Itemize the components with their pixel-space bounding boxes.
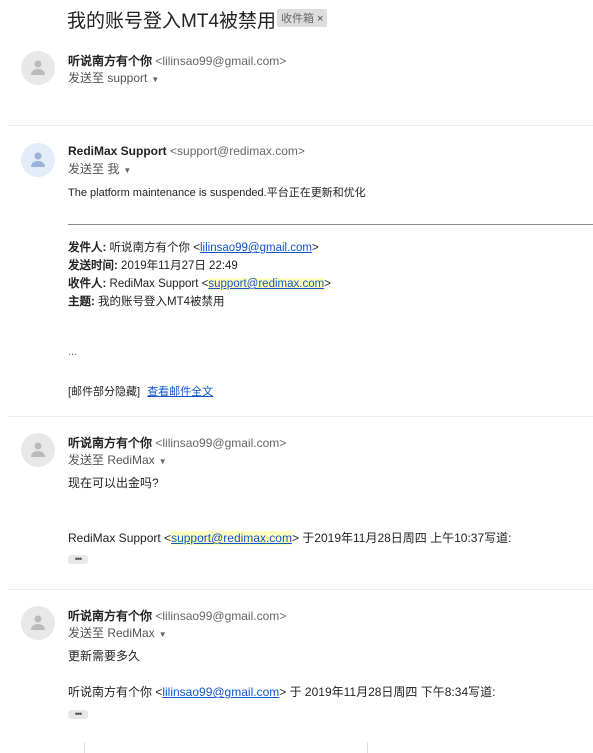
- inbox-label-chip[interactable]: 收件箱 ×: [277, 9, 328, 27]
- message-divider: [8, 589, 593, 590]
- avatar: [21, 51, 55, 85]
- chevron-down-icon[interactable]: ▼: [123, 166, 131, 175]
- message-body: 现在可以出金吗?: [68, 476, 159, 490]
- reply-suffix: > 于 2019年11月28日周四 下午8:34写道:: [279, 685, 496, 699]
- quote-subject-label: 主题:: [68, 296, 95, 308]
- chevron-down-icon[interactable]: ▼: [159, 457, 167, 466]
- reply-email-link[interactable]: support@redimax.com: [171, 531, 292, 545]
- message-sender[interactable]: 听说南方有个你 <lilinsao99@gmail.com>: [68, 607, 286, 624]
- label-chip-text: 收件箱: [281, 13, 314, 25]
- quote-to-end: >: [324, 278, 331, 290]
- quote-from: 发件人: 听说南方有个你 <lilinsao99@gmail.com>: [68, 239, 319, 255]
- sender-email: <lilinsao99@gmail.com>: [155, 54, 287, 68]
- person-icon: [31, 442, 45, 457]
- chevron-down-icon[interactable]: ▼: [159, 630, 167, 639]
- quote-subject-value: 我的账号登入MT4被禁用: [98, 296, 225, 308]
- quote-from-label: 发件人:: [68, 242, 107, 254]
- quote-from-end: >: [312, 242, 319, 254]
- recipient-text: 发送至 RediMax: [68, 626, 155, 640]
- quote-from-name: 听说南方有个你 <: [109, 242, 200, 254]
- divider-line: [367, 742, 368, 753]
- quote-from-email-link[interactable]: lilinsao99@gmail.com: [200, 242, 312, 254]
- reply-suffix: > 于2019年11月28日周四 上午10:37写道:: [291, 531, 512, 545]
- recipient-dropdown[interactable]: 发送至 RediMax ▼: [68, 451, 167, 468]
- view-full-message-link[interactable]: 查看邮件全文: [147, 386, 213, 398]
- reply-prefix: 听说南方有个你 <: [68, 685, 163, 699]
- recipient-dropdown[interactable]: 发送至 RediMax ▼: [68, 624, 167, 641]
- recipient-text: 发送至 support: [68, 71, 148, 85]
- quote-to-name: RediMax Support <: [109, 278, 209, 290]
- reply-prefix: RediMax Support <: [68, 531, 172, 545]
- quote-subject: 主题: 我的账号登入MT4被禁用: [68, 293, 225, 309]
- chevron-down-icon[interactable]: ▼: [151, 75, 159, 84]
- recipient-dropdown[interactable]: 发送至 我 ▼: [68, 160, 131, 177]
- person-icon: [31, 615, 45, 630]
- quote-time-label: 发送时间:: [68, 260, 118, 272]
- sender-name: 听说南方有个你: [68, 609, 153, 623]
- show-trimmed-content-button[interactable]: •••: [68, 555, 88, 564]
- sender-email: <support@redimax.com>: [170, 144, 305, 158]
- sender-name: RediMax Support: [68, 144, 167, 158]
- message-divider: [8, 416, 593, 417]
- message-sender[interactable]: 听说南方有个你 <lilinsao99@gmail.com>: [68, 52, 286, 69]
- email-subject: 我的账号登入MT4被禁用: [67, 11, 277, 32]
- hidden-content-note: [邮件部分隐藏]: [68, 386, 141, 398]
- message-sender[interactable]: 听说南方有个你 <lilinsao99@gmail.com>: [68, 434, 286, 451]
- sender-email: <lilinsao99@gmail.com>: [155, 609, 287, 623]
- reply-attribution: 听说南方有个你 <lilinsao99@gmail.com> 于 2019年11…: [68, 683, 495, 700]
- message-divider: [8, 125, 593, 126]
- reply-attribution: RediMax Support <support@redimax.com> 于2…: [68, 529, 512, 546]
- avatar: [21, 606, 55, 640]
- avatar: [21, 143, 55, 177]
- quote-to: 收件人: RediMax Support <support@redimax.co…: [68, 275, 331, 291]
- divider-line: [84, 742, 85, 753]
- trimmed-dots: ...: [68, 346, 78, 358]
- quote-separator: [68, 224, 593, 225]
- person-icon: [31, 152, 45, 167]
- quote-to-email-link[interactable]: support@redimax.com: [208, 278, 325, 290]
- quote-time-value: 2019年11月27日 22:49: [121, 260, 238, 272]
- sender-email: <lilinsao99@gmail.com>: [155, 436, 287, 450]
- message-body: 更新需要多久: [68, 649, 141, 663]
- recipient-text: 发送至 我: [68, 162, 120, 176]
- recipient-dropdown[interactable]: 发送至 support ▼: [68, 69, 159, 86]
- person-icon: [31, 60, 45, 75]
- sender-name: 听说南方有个你: [68, 436, 153, 450]
- avatar: [21, 433, 55, 467]
- quote-time: 发送时间: 2019年11月27日 22:49: [68, 257, 238, 273]
- show-trimmed-content-button[interactable]: •••: [68, 710, 88, 719]
- reply-email-link[interactable]: lilinsao99@gmail.com: [162, 685, 279, 699]
- recipient-text: 发送至 RediMax: [68, 453, 155, 467]
- sender-name: 听说南方有个你: [68, 54, 153, 68]
- message-body: The platform maintenance is suspended.平台…: [68, 187, 366, 199]
- remove-label-icon[interactable]: ×: [317, 13, 323, 25]
- message-sender[interactable]: RediMax Support <support@redimax.com>: [68, 144, 305, 158]
- hidden-content-row: [邮件部分隐藏] 查看邮件全文: [68, 383, 213, 399]
- quote-to-label: 收件人:: [68, 278, 107, 290]
